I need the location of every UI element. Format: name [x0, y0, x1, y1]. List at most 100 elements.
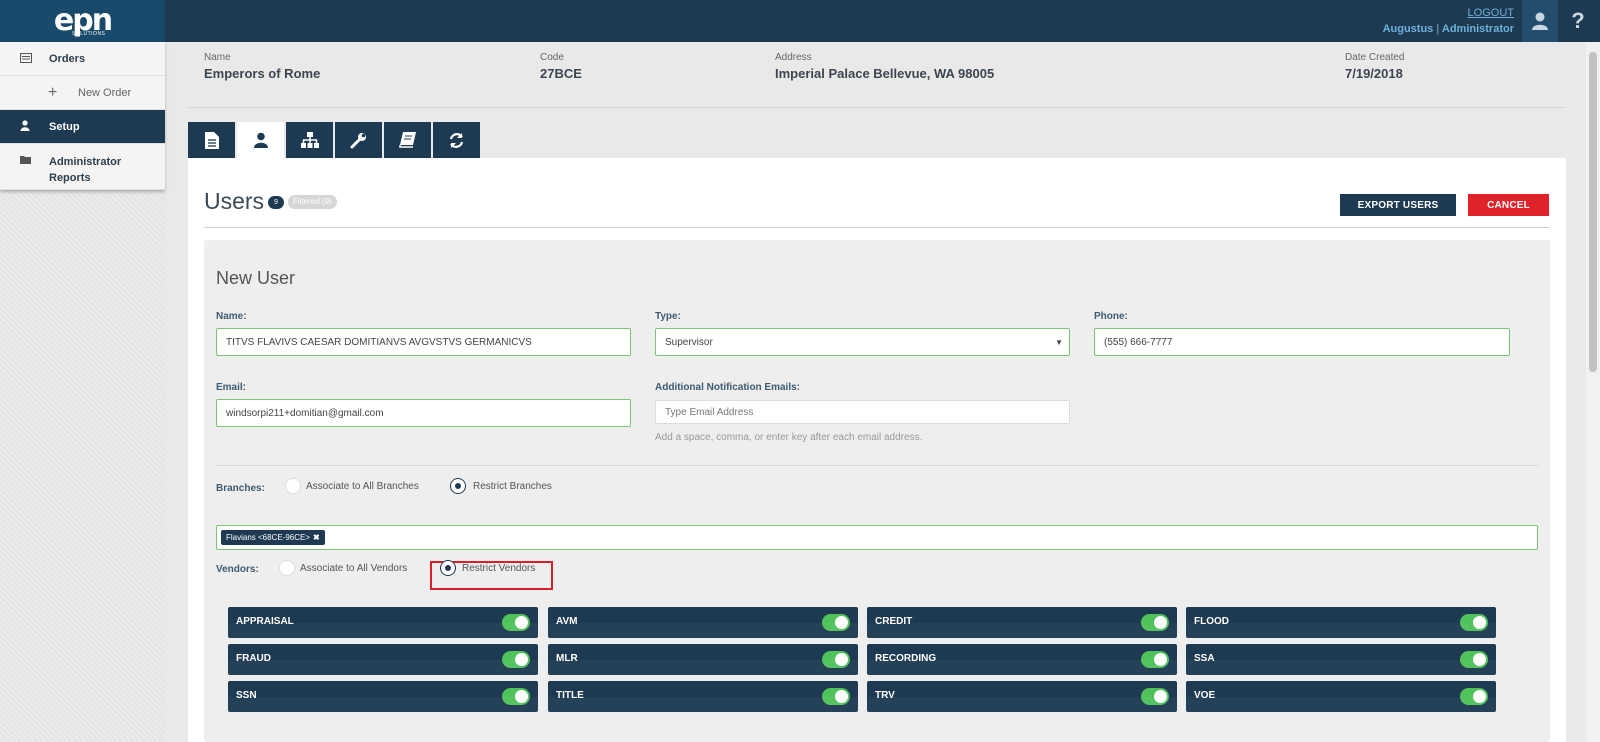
sidebar-item-admin-reports[interactable]: Administrator Reports	[0, 144, 165, 190]
vendor-card: FRAUD	[228, 644, 538, 675]
page-scrollbar[interactable]	[1586, 42, 1600, 742]
vendor-toggle[interactable]	[822, 651, 850, 668]
vendor-toggle[interactable]	[822, 688, 850, 705]
vendor-toggle[interactable]	[1141, 688, 1169, 705]
name-label: Name:	[216, 311, 247, 322]
vendor-all-label[interactable]: Associate to All Vendors	[300, 563, 407, 574]
vendor-card: APPRAISAL	[228, 607, 538, 638]
vendor-name: TRV	[875, 690, 895, 701]
info-value: 7/19/2018	[1345, 66, 1403, 81]
tab-sync[interactable]	[433, 122, 480, 158]
info-date-created: Date Created 7/19/2018	[1345, 51, 1404, 84]
branch-chip-label: Flavians <68CE-96CE>	[226, 533, 311, 542]
scrollbar-thumb[interactable]	[1589, 52, 1597, 372]
vendor-toggle[interactable]	[1460, 688, 1488, 705]
vendor-name: CREDIT	[875, 616, 913, 627]
vendor-name: SSN	[236, 690, 257, 701]
vendor-toggle[interactable]	[502, 688, 530, 705]
user-icon	[20, 119, 49, 134]
sidebar-item-label: New Order	[78, 86, 132, 99]
cancel-button[interactable]: CANCEL	[1468, 194, 1549, 216]
user-separator: |	[1436, 23, 1440, 35]
tab-settings[interactable]	[335, 122, 382, 158]
branch-restrict-label[interactable]: Restrict Branches	[473, 481, 552, 492]
branches-label: Branches:	[216, 483, 265, 494]
sidebar-item-setup[interactable]: Setup	[0, 110, 165, 144]
caret-down-icon: ▼	[1055, 338, 1063, 347]
vendor-card: RECORDING	[867, 644, 1177, 675]
type-select[interactable]: Supervisor ▼	[655, 328, 1070, 356]
sidebar: Orders + New Order Setup Administrator R…	[0, 42, 165, 742]
logout-link[interactable]: LOGOUT	[1383, 6, 1514, 20]
info-label: Address	[775, 52, 812, 63]
email-field[interactable]: windsorpi211+domitian@gmail.com	[216, 399, 631, 427]
vendor-card: TITLE	[548, 681, 858, 712]
orders-icon	[20, 52, 49, 66]
refresh-icon	[449, 132, 464, 148]
sidebar-item-orders[interactable]: Orders	[0, 42, 165, 76]
vendor-card: CREDIT	[867, 607, 1177, 638]
sitemap-icon	[300, 132, 319, 148]
tab-branches[interactable]	[286, 122, 333, 158]
email-label: Email:	[216, 382, 247, 393]
branch-all-label[interactable]: Associate to All Branches	[306, 481, 419, 492]
user-line: Augustus | Administrator	[1383, 20, 1514, 38]
vendor-toggle[interactable]	[502, 614, 530, 631]
vendor-name: SSA	[1194, 653, 1215, 664]
help-icon[interactable]: ?	[1560, 0, 1596, 42]
vendor-toggle[interactable]	[1141, 614, 1169, 631]
sidebar-item-new-order[interactable]: + New Order	[0, 76, 165, 110]
info-label: Code	[540, 52, 564, 63]
vendor-name: TITLE	[556, 690, 584, 701]
document-icon	[204, 131, 219, 149]
vendor-toggle[interactable]	[1460, 614, 1488, 631]
branch-chip: Flavians <68CE-96CE> ✖	[221, 530, 325, 545]
branch-restrict-radio[interactable]	[450, 478, 466, 494]
branch-select[interactable]: Flavians <68CE-96CE> ✖	[216, 525, 1538, 550]
vendor-card: VOE	[1186, 681, 1496, 712]
info-value: 27BCE	[540, 66, 582, 81]
logo-subtext: SOLUTIONS	[72, 31, 106, 37]
sidebar-item-label: Administrator Reports	[49, 156, 122, 184]
vendor-restrict-label[interactable]: Restrict Vendors	[462, 563, 535, 574]
tab-users[interactable]	[237, 122, 284, 158]
vendor-restrict-radio[interactable]	[440, 560, 456, 576]
profile-icon[interactable]	[1522, 0, 1558, 42]
branch-all-radio[interactable]	[285, 478, 301, 494]
vendor-toggle[interactable]	[1141, 651, 1169, 668]
book-icon	[399, 132, 416, 148]
vendor-card: TRV	[867, 681, 1177, 712]
new-user-form: New User Name: TITVS FLAVIVS CAESAR DOMI…	[204, 240, 1550, 742]
info-code: Code 27BCE	[540, 51, 582, 84]
folder-icon	[20, 154, 49, 168]
info-label: Date Created	[1345, 52, 1405, 63]
logo[interactable]: epn SOLUTIONS	[0, 0, 165, 42]
user-info: LOGOUT Augustus | Administrator	[1383, 6, 1514, 38]
notification-help-text: Add a space, comma, or enter key after e…	[655, 432, 923, 443]
phone-field[interactable]: (555) 666-7777	[1094, 328, 1510, 356]
page-title: Users	[204, 188, 265, 214]
vendor-name: APPRAISAL	[236, 616, 294, 627]
vendor-toggle[interactable]	[1460, 651, 1488, 668]
export-users-button[interactable]: EXPORT USERS	[1340, 194, 1456, 216]
vendor-toggle[interactable]	[502, 651, 530, 668]
vendor-card: MLR	[548, 644, 858, 675]
sidebar-item-label: Orders	[49, 52, 86, 65]
main-content: Name Emperors of Rome Code 27BCE Address…	[188, 42, 1566, 742]
name-field[interactable]: TITVS FLAVIVS CAESAR DOMITIANVS AVGVSTVS…	[216, 328, 631, 356]
user-name[interactable]: Augustus	[1383, 23, 1434, 35]
vendor-name: VOE	[1194, 690, 1216, 701]
info-name: Name Emperors of Rome	[204, 51, 320, 84]
remove-chip-icon[interactable]: ✖	[313, 533, 320, 542]
users-panel: Users 9 Filtered (9) EXPORT USERS CANCEL…	[188, 158, 1566, 742]
vendor-all-radio[interactable]	[279, 560, 295, 576]
vendor-name: RECORDING	[875, 653, 937, 664]
tab-book[interactable]	[384, 122, 431, 158]
vendor-toggle[interactable]	[822, 614, 850, 631]
notification-emails-input[interactable]: Type Email Address	[655, 400, 1070, 424]
user-role: Administrator	[1441, 23, 1514, 35]
form-title: New User	[216, 268, 296, 288]
notification-emails-label: Additional Notification Emails:	[655, 382, 801, 393]
top-bar: epn SOLUTIONS LOGOUT Augustus | Administ…	[0, 0, 1600, 42]
tab-document[interactable]	[188, 122, 235, 158]
